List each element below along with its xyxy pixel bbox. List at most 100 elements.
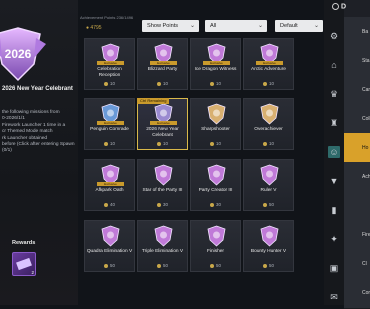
coin-icon [210,141,215,146]
reward-item[interactable]: 2 [12,252,36,276]
achievement-card[interactable]: Quadra Elimination V 50 [84,220,135,272]
achievement-name: Star of the Party III [142,188,183,193]
achievement-points: 10 [244,141,293,146]
achievement-card[interactable]: Sharpshooter 10 [190,98,241,150]
achievement-tag: Exclusive [150,61,177,65]
achievement-points-value: 10 [269,81,274,86]
achievement-points-value: 10 [110,81,115,86]
sort-value: Default [280,23,298,29]
category-item[interactable]: Achie [344,162,370,193]
achievement-emblem-icon [260,164,279,186]
achievement-detail-panel: 2026 2026 New Year Celebrant the followi… [0,0,78,305]
category-filter-select[interactable]: All ⌄ [205,20,267,32]
achievement-card[interactable]: Exclusive Afkpark Oath 40 [84,159,135,211]
achievement-name: Afkpark Oath [95,188,124,193]
coin-icon [157,81,162,86]
achievement-points-value: 50 [110,263,115,268]
coin-icon [263,141,268,146]
achievement-card[interactable]: Exclusive Penguin Comrade 10 [84,98,135,150]
reward-quantity: 2 [31,270,34,275]
achievement-card[interactable]: Exclusive Ice Dragon Witness 10 [190,38,241,90]
category-item[interactable]: Ho [344,133,370,164]
category-item[interactable]: Ba [344,17,370,48]
category-label: Sta [362,58,370,64]
category-label: Cl [362,261,367,267]
category-item[interactable]: Firewor [344,220,370,251]
achievement-points-value: 40 [110,202,115,207]
achievement-points: 10 [85,81,134,86]
achievement-points-value: 10 [110,141,115,146]
trophy-icon[interactable]: ♛ [328,88,340,100]
achievement-points: 10 [85,141,134,146]
category-label: Colle [362,116,370,122]
fireworks-icon[interactable]: ✦ [328,233,340,245]
category-item[interactable]: Care [344,75,370,106]
featured-emblem-icon: 2026 [0,27,46,82]
cup-icon[interactable]: ♜ [328,117,340,129]
top-right-toggle[interactable]: D [332,3,346,10]
achievement-name: Blizzard Party [147,67,178,72]
achievement-card[interactable]: Bounty Hunter V 50 [243,220,294,272]
points-value: 4795 [90,25,102,31]
category-item[interactable]: Cl [344,249,370,280]
achievement-points-value: 30 [216,202,221,207]
achievement-points: 30 [191,202,240,207]
achievement-points: 50 [85,263,134,268]
achievement-name: Penguin Comrade [90,127,129,132]
achievement-card[interactable]: Exclusive Arctic Adventure 10 [243,38,294,90]
gear-icon[interactable]: ⚙ [328,30,340,42]
achievement-name: 2026 New Year Celebrant [146,127,179,138]
achievement-points-value: 50 [163,263,168,268]
chat-icon[interactable]: ✉ [328,291,340,303]
users-icon[interactable]: ☺ [328,146,340,158]
coin-icon [104,81,109,86]
achievement-points-value: 50 [269,202,274,207]
achievement-card[interactable]: Triple Elimination V 50 [137,220,188,272]
achievement-emblem-icon [207,225,226,247]
achievement-card[interactable]: Finisher 50 [190,220,241,272]
coin-icon [210,81,215,86]
sort-select[interactable]: Default ⌄ [275,20,323,32]
section-icon-rail: ⚙ ⌂ ♛ ♜ ☺ ▼ ▮ ✦ ▣ ✉ [324,0,344,305]
achievement-points: 10 [244,81,293,86]
coin-icon [157,141,162,146]
achievement-points: 50 [244,263,293,268]
bookmark-icon[interactable]: ▮ [328,204,340,216]
achievement-tag: Exclusive [97,61,124,65]
achievement-card[interactable]: Overachiever 10 [243,98,294,150]
chevron-down-icon: ⌄ [257,23,263,29]
achievement-tag: Exclusive [97,182,124,186]
achievement-points: 40 [85,202,134,207]
show-points-select[interactable]: Show Points ⌄ [142,20,199,32]
achievement-tag: Exclusive [256,61,283,65]
achievement-card[interactable]: Exclusive Celebration Reception 10 [84,38,135,90]
coin-icon [104,202,109,207]
achievement-tag: Exclusive [97,121,124,125]
tshirt-icon[interactable]: ▼ [328,175,340,187]
category-label: Achie [362,174,370,180]
category-item[interactable]: Colle [344,104,370,135]
achievement-emblem-icon [154,225,173,247]
category-item[interactable]: Sta [344,46,370,77]
coin-icon [210,263,215,268]
photo-icon[interactable]: ▣ [328,262,340,274]
toggle-icon [332,3,339,10]
achievement-card[interactable]: Exclusive Ctrl Remaining 2026 New Year Cel… [137,98,188,150]
category-item[interactable] [344,191,370,222]
achievement-card[interactable]: Exclusive Blizzard Party 10 [137,38,188,90]
achievement-emblem-icon [207,103,226,125]
coin-icon [263,202,268,207]
achievement-emblem-icon [260,225,279,247]
achievement-points: 50 [138,263,187,268]
home-icon[interactable]: ⌂ [328,59,340,71]
achievement-tag: Exclusive [203,61,230,65]
category-label: Ba [362,29,369,35]
achievement-points-value: 10 [269,141,274,146]
category-item[interactable]: Conn [344,278,370,309]
svg-text:2026: 2026 [5,47,32,61]
achievement-card[interactable]: Star of the Party III 30 [137,159,188,211]
achievement-card[interactable]: Party Creator III 30 [190,159,241,211]
featured-title: 2026 New Year Celebrant [2,86,73,92]
achievement-card[interactable]: Ruler V 50 [243,159,294,211]
achievement-points-value: 10 [216,81,221,86]
